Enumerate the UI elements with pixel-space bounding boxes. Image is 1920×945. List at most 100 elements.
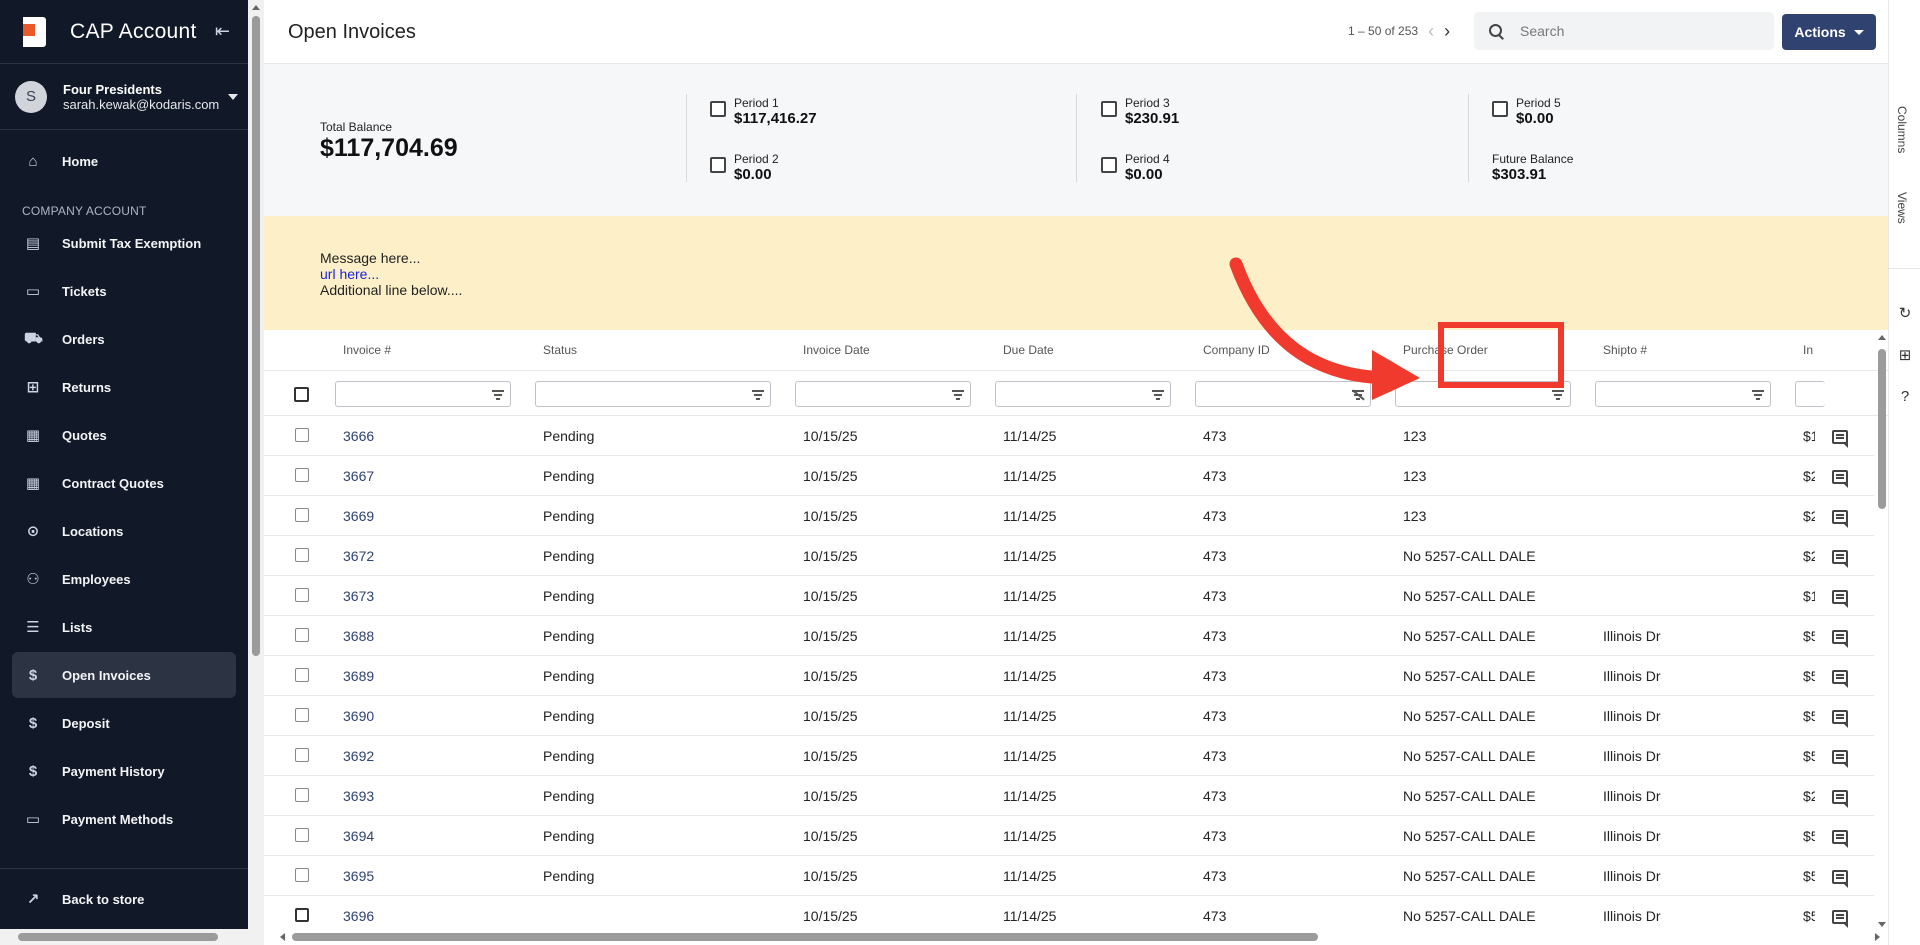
sidebar-item-locations[interactable]: ⊙ Locations	[12, 508, 236, 554]
comment-icon[interactable]	[1832, 550, 1848, 568]
scrollbar-thumb[interactable]	[252, 16, 260, 656]
table-row[interactable]: 3666 Pending 10/15/25 11/14/25 473 123 $1	[264, 416, 1874, 456]
comment-icon[interactable]	[1832, 910, 1848, 928]
filter-icon[interactable]	[1552, 388, 1564, 400]
cell-invoice[interactable]: 3689	[343, 668, 374, 684]
row-checkbox[interactable]	[295, 868, 309, 882]
user-switcher[interactable]: S Four Presidents sarah.kewak@kodaris.co…	[0, 64, 248, 130]
sidebar-item-returns[interactable]: ⊞ Returns	[12, 364, 236, 410]
tab-views[interactable]: Views	[1895, 192, 1909, 224]
table-row[interactable]: 3690 Pending 10/15/25 11/14/25 473 No 5257-CA…	[264, 696, 1874, 736]
row-checkbox[interactable]	[295, 468, 309, 482]
grid-vertical-scrollbar[interactable]	[1876, 333, 1888, 929]
filter-off-icon[interactable]	[1352, 388, 1364, 400]
sidebar-scrollbar[interactable]	[248, 0, 264, 945]
cell-invoice[interactable]: 3692	[343, 748, 374, 764]
scroll-up-icon[interactable]	[252, 5, 260, 10]
column-header-due-date[interactable]: Due Date	[1003, 330, 1054, 370]
row-checkbox[interactable]	[295, 628, 309, 642]
exit-icon[interactable]: ⇤	[215, 21, 230, 42]
comment-icon[interactable]	[1832, 430, 1848, 448]
row-checkbox[interactable]	[295, 828, 309, 842]
column-header-company-id[interactable]: Company ID	[1203, 330, 1270, 370]
cell-invoice[interactable]: 3667	[343, 468, 374, 484]
grid-horizontal-scrollbar[interactable]	[280, 931, 1880, 943]
back-to-store-link[interactable]: ↗ Back to store	[12, 876, 236, 922]
sidebar-item-tickets[interactable]: ▭ Tickets	[12, 268, 236, 314]
table-row[interactable]: 3672 Pending 10/15/25 11/14/25 473 No 5257-CA…	[264, 536, 1874, 576]
period-1-checkbox[interactable]	[710, 101, 726, 117]
help-icon[interactable]: ?	[1897, 388, 1913, 405]
table-row[interactable]: 3688 Pending 10/15/25 11/14/25 473 No 5257-CA…	[264, 616, 1874, 656]
row-checkbox[interactable]	[295, 908, 309, 922]
period-2-checkbox[interactable]	[710, 157, 726, 173]
comment-icon[interactable]	[1832, 630, 1848, 648]
table-row[interactable]: 3673 Pending 10/15/25 11/14/25 473 No 5257-CA…	[264, 576, 1874, 616]
row-checkbox[interactable]	[295, 788, 309, 802]
column-header-status[interactable]: Status	[543, 330, 577, 370]
filter-icon[interactable]	[752, 388, 764, 400]
column-header-invoice-date[interactable]: Invoice Date	[803, 330, 870, 370]
scrollbar-thumb[interactable]	[1878, 349, 1886, 509]
table-row[interactable]: 3667 Pending 10/15/25 11/14/25 473 123 $2	[264, 456, 1874, 496]
grid-icon[interactable]: ⊞	[1897, 346, 1913, 364]
select-all-checkbox[interactable]	[294, 387, 309, 402]
column-header-shipto[interactable]: Shipto #	[1603, 330, 1647, 370]
column-header-purchase-order[interactable]: Purchase Order	[1403, 330, 1488, 370]
row-checkbox[interactable]	[295, 548, 309, 562]
cell-invoice[interactable]: 3694	[343, 828, 374, 844]
period-4-checkbox[interactable]	[1101, 157, 1117, 173]
column-header-invoice[interactable]: Invoice #	[343, 330, 391, 370]
comment-icon[interactable]	[1832, 590, 1848, 608]
comment-icon[interactable]	[1832, 710, 1848, 728]
row-checkbox[interactable]	[295, 668, 309, 682]
table-row[interactable]: 3696 10/15/25 11/14/25 473 No 5257-CALL DALE…	[264, 896, 1874, 930]
chevron-right-icon[interactable]: ›	[1444, 22, 1450, 40]
brand-logo[interactable]	[16, 16, 46, 47]
filter-icon[interactable]	[952, 388, 964, 400]
sidebar-item-deposit[interactable]: $ Deposit	[12, 700, 236, 746]
period-5-checkbox[interactable]	[1492, 101, 1508, 117]
period-3-checkbox[interactable]	[1101, 101, 1117, 117]
row-checkbox[interactable]	[295, 508, 309, 522]
shipto-filter-input[interactable]	[1595, 381, 1771, 407]
cell-invoice[interactable]: 3672	[343, 548, 374, 564]
cell-invoice[interactable]: 3673	[343, 588, 374, 604]
status-filter-input[interactable]	[535, 381, 771, 407]
purchase-order-filter-input[interactable]	[1395, 381, 1571, 407]
actions-button[interactable]: Actions	[1782, 14, 1876, 50]
sidebar-horizontal-scrollbar[interactable]	[0, 929, 264, 945]
sidebar-item-orders[interactable]: ⛟ Orders	[12, 316, 236, 362]
table-row[interactable]: 3694 Pending 10/15/25 11/14/25 473 No 5257-CA…	[264, 816, 1874, 856]
message-link[interactable]: url here...	[320, 266, 1888, 282]
cell-invoice[interactable]: 3688	[343, 628, 374, 644]
scroll-right-icon[interactable]	[1875, 933, 1880, 941]
comment-icon[interactable]	[1832, 870, 1848, 888]
filter-icon[interactable]	[1752, 388, 1764, 400]
filter-icon[interactable]	[1152, 388, 1164, 400]
sidebar-item-lists[interactable]: ☰ Lists	[12, 604, 236, 650]
cell-invoice[interactable]: 3666	[343, 428, 374, 444]
row-checkbox[interactable]	[295, 708, 309, 722]
sidebar-item-submit-tax-exemption[interactable]: ▤ Submit Tax Exemption	[12, 220, 236, 266]
cell-invoice[interactable]: 3669	[343, 508, 374, 524]
table-row[interactable]: 3692 Pending 10/15/25 11/14/25 473 No 5257-CA…	[264, 736, 1874, 776]
scroll-down-icon[interactable]	[1878, 922, 1886, 927]
table-row[interactable]: 3689 Pending 10/15/25 11/14/25 473 No 5257-CA…	[264, 656, 1874, 696]
cell-invoice[interactable]: 3695	[343, 868, 374, 884]
amount-filter-input[interactable]	[1795, 381, 1825, 407]
row-checkbox[interactable]	[295, 428, 309, 442]
refresh-icon[interactable]: ↻	[1897, 304, 1913, 322]
cell-invoice[interactable]: 3696	[343, 908, 374, 924]
tab-columns[interactable]: Columns	[1895, 106, 1909, 153]
company-id-filter-input[interactable]	[1195, 381, 1371, 407]
scrollbar-thumb[interactable]	[18, 933, 218, 941]
scroll-left-icon[interactable]	[280, 933, 285, 941]
comment-icon[interactable]	[1832, 670, 1848, 688]
row-checkbox[interactable]	[295, 588, 309, 602]
row-checkbox[interactable]	[295, 748, 309, 762]
filter-icon[interactable]	[492, 388, 504, 400]
comment-icon[interactable]	[1832, 790, 1848, 808]
sidebar-item-payment-methods[interactable]: ▭ Payment Methods	[12, 796, 236, 842]
sidebar-item-quotes[interactable]: ▦ Quotes	[12, 412, 236, 458]
